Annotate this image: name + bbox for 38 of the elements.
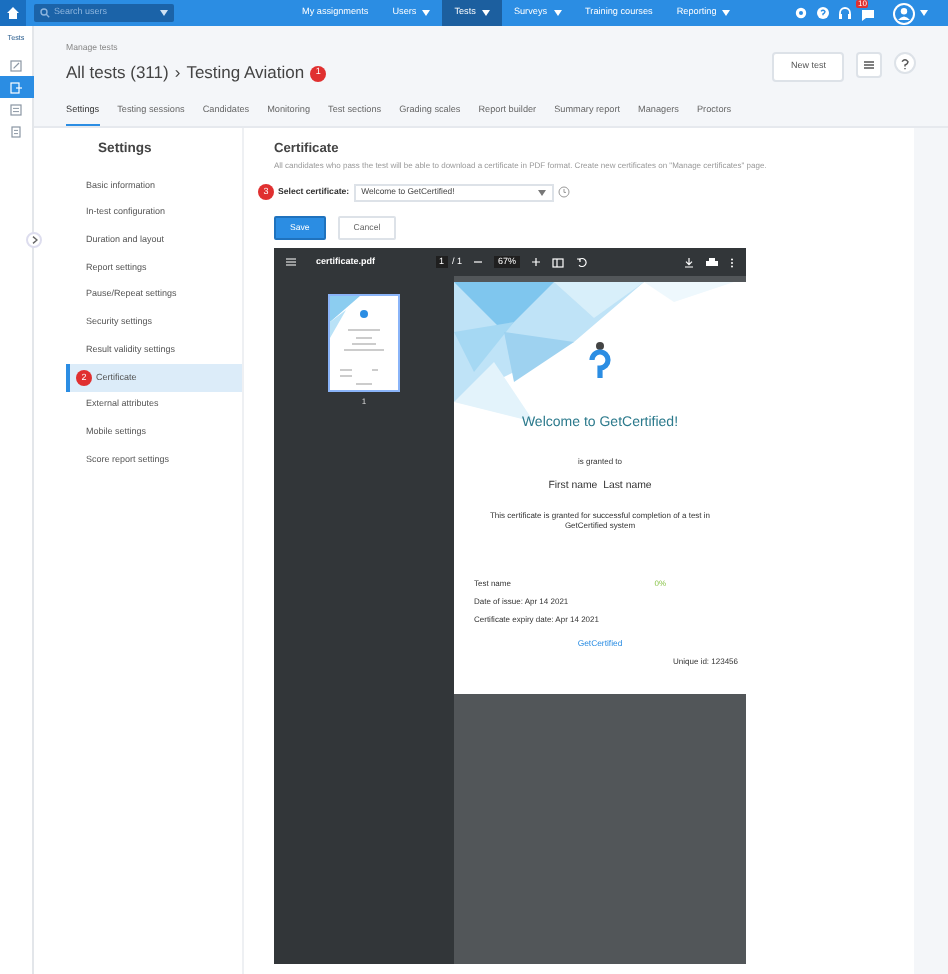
list-button[interactable] (856, 52, 882, 78)
fit-page-icon[interactable] (552, 257, 565, 267)
collapse-toggle[interactable] (26, 232, 42, 249)
caret-icon (537, 189, 546, 196)
avatar-icon[interactable] (892, 1, 916, 25)
page-title[interactable]: All tests (311) (66, 60, 169, 87)
search-icon (40, 8, 50, 18)
message-icon[interactable] (860, 5, 876, 21)
headset-icon[interactable] (838, 6, 852, 20)
doc-icon (10, 125, 22, 138)
download-icon[interactable] (684, 257, 694, 267)
zoom-in-icon[interactable] (532, 258, 541, 266)
caret-icon (722, 10, 731, 16)
help-icon[interactable] (816, 6, 830, 20)
caret-icon (160, 10, 168, 16)
chevron-icon (31, 236, 37, 245)
help-button[interactable] (894, 52, 916, 74)
exit-icon (10, 81, 22, 94)
zoom-out-icon[interactable] (474, 258, 483, 266)
page-subtitle: Testing Aviation (186, 60, 305, 87)
menu-icon[interactable] (286, 258, 296, 266)
home-button[interactable] (0, 0, 26, 26)
help-icon (900, 57, 910, 69)
edit-icon (10, 59, 22, 72)
caret-icon (553, 10, 562, 16)
caret-icon (422, 10, 431, 16)
settings-icon[interactable] (794, 6, 808, 20)
rail-button[interactable] (0, 76, 33, 99)
print-icon[interactable] (706, 257, 718, 267)
home-icon (6, 6, 20, 20)
rotate-icon[interactable] (576, 256, 589, 268)
page-thumbnail[interactable] (328, 294, 400, 392)
clock-icon (557, 186, 570, 199)
caret-icon[interactable] (920, 10, 928, 16)
caret-icon (481, 10, 490, 16)
list-icon (10, 103, 22, 116)
list-icon (864, 60, 874, 70)
separator-icon: › (174, 60, 181, 87)
